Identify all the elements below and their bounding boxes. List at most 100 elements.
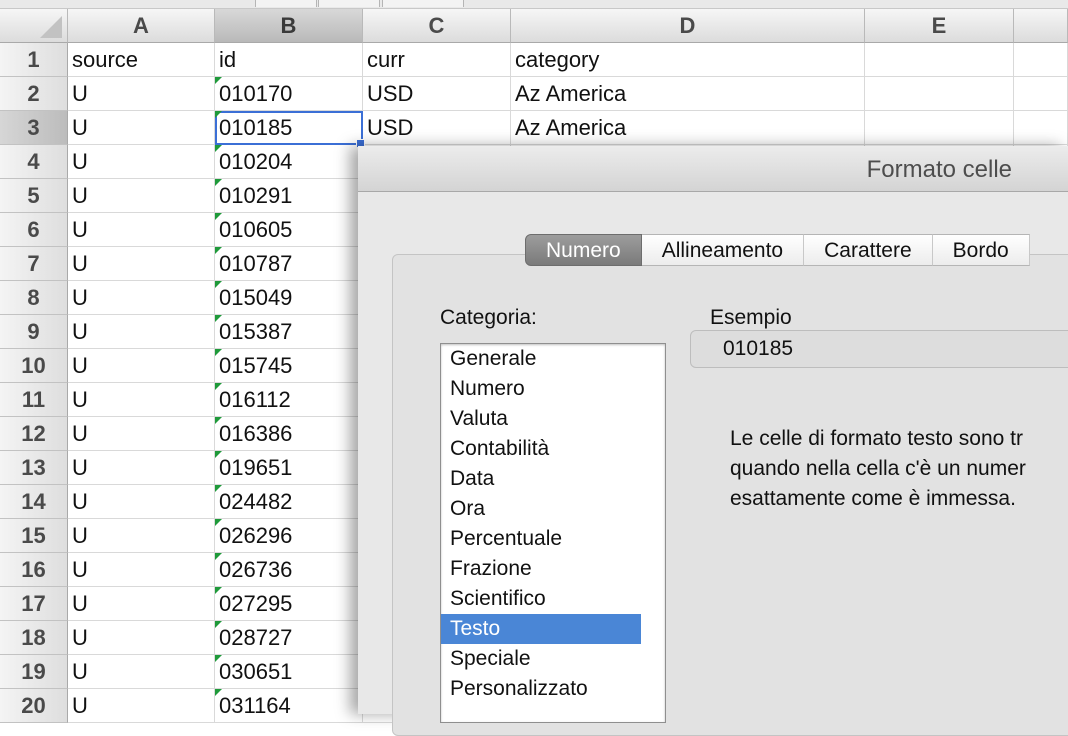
row-header[interactable]: 13 xyxy=(0,451,68,485)
cell[interactable]: 016386 xyxy=(215,417,363,451)
column-header-b[interactable]: B xyxy=(215,9,363,43)
cell[interactable]: U xyxy=(68,349,215,383)
cell[interactable]: U xyxy=(68,485,215,519)
cell[interactable]: 015049 xyxy=(215,281,363,315)
row-header[interactable]: 4 xyxy=(0,145,68,179)
row-header[interactable]: 17 xyxy=(0,587,68,621)
row-header[interactable]: 19 xyxy=(0,655,68,689)
category-item-contabilita[interactable]: Contabilità xyxy=(441,434,641,464)
cell[interactable]: USD xyxy=(363,77,511,111)
category-item-frazione[interactable]: Frazione xyxy=(441,554,641,584)
row-header[interactable]: 20 xyxy=(0,689,68,723)
row-header[interactable]: 10 xyxy=(0,349,68,383)
column-header-overflow[interactable] xyxy=(1014,9,1068,43)
cell[interactable]: U xyxy=(68,179,215,213)
active-cell[interactable]: 010185 xyxy=(215,111,363,145)
cell[interactable]: 031164 xyxy=(215,689,363,723)
cell[interactable]: 030651 xyxy=(215,655,363,689)
row-header[interactable]: 15 xyxy=(0,519,68,553)
tab-numero[interactable]: Numero xyxy=(525,234,642,266)
cell[interactable]: U xyxy=(68,587,215,621)
cell[interactable]: 010204 xyxy=(215,145,363,179)
cell[interactable] xyxy=(865,43,1014,77)
cell[interactable]: id xyxy=(215,43,363,77)
cell[interactable]: category xyxy=(511,43,865,77)
column-header-c[interactable]: C xyxy=(363,9,511,43)
cell[interactable]: 026296 xyxy=(215,519,363,553)
cell[interactable]: 010170 xyxy=(215,77,363,111)
cell[interactable]: U xyxy=(68,621,215,655)
column-header-a[interactable]: A xyxy=(68,9,215,43)
category-item-numero[interactable]: Numero xyxy=(441,374,641,404)
cell[interactable]: U xyxy=(68,281,215,315)
cell[interactable] xyxy=(1014,77,1068,111)
cell[interactable] xyxy=(1014,43,1068,77)
cell[interactable]: U xyxy=(68,655,215,689)
cell[interactable]: U xyxy=(68,77,215,111)
tab-bordo[interactable]: Bordo xyxy=(932,234,1030,266)
row-header[interactable]: 14 xyxy=(0,485,68,519)
cell[interactable] xyxy=(865,77,1014,111)
row-header[interactable]: 9 xyxy=(0,315,68,349)
cell[interactable]: U xyxy=(68,111,215,145)
category-item-percentuale[interactable]: Percentuale xyxy=(441,524,641,554)
cell[interactable]: 027295 xyxy=(215,587,363,621)
cell[interactable]: U xyxy=(68,451,215,485)
cell[interactable]: 010605 xyxy=(215,213,363,247)
cell[interactable]: 016112 xyxy=(215,383,363,417)
cell[interactable] xyxy=(865,111,1014,145)
cell[interactable]: 019651 xyxy=(215,451,363,485)
row-header[interactable]: 2 xyxy=(0,77,68,111)
toolbar-segment[interactable] xyxy=(318,0,380,7)
cell[interactable]: Az America xyxy=(511,111,865,145)
cell[interactable]: U xyxy=(68,553,215,587)
row-header[interactable]: 8 xyxy=(0,281,68,315)
row-header[interactable]: 6 xyxy=(0,213,68,247)
tab-carattere[interactable]: Carattere xyxy=(804,234,933,266)
category-label: Categoria: xyxy=(440,306,537,329)
category-list[interactable]: Generale Numero Valuta Contabilità Data … xyxy=(440,343,666,723)
category-item-scientifico[interactable]: Scientifico xyxy=(441,584,641,614)
select-all-corner[interactable] xyxy=(0,9,68,43)
cell[interactable]: 015745 xyxy=(215,349,363,383)
category-item-valuta[interactable]: Valuta xyxy=(441,404,641,434)
row-header[interactable]: 7 xyxy=(0,247,68,281)
cell[interactable]: U xyxy=(68,213,215,247)
cell[interactable]: U xyxy=(68,417,215,451)
column-header-d[interactable]: D xyxy=(511,9,865,43)
cell[interactable]: 010291 xyxy=(215,179,363,213)
cell[interactable]: Az America xyxy=(511,77,865,111)
cell[interactable]: U xyxy=(68,519,215,553)
row-header[interactable]: 11 xyxy=(0,383,68,417)
tab-allineamento[interactable]: Allineamento xyxy=(641,234,805,266)
category-item-personalizzato[interactable]: Personalizzato xyxy=(441,674,641,704)
row-header[interactable]: 3 xyxy=(0,111,68,145)
row-header[interactable]: 16 xyxy=(0,553,68,587)
row-header[interactable]: 1 xyxy=(0,43,68,77)
category-item-speciale[interactable]: Speciale xyxy=(441,644,641,674)
row-header[interactable]: 12 xyxy=(0,417,68,451)
category-item-data[interactable]: Data xyxy=(441,464,641,494)
toolbar-segment[interactable] xyxy=(382,0,464,7)
cell[interactable]: 028727 xyxy=(215,621,363,655)
cell[interactable]: 024482 xyxy=(215,485,363,519)
toolbar-segment[interactable] xyxy=(255,0,317,7)
cell[interactable] xyxy=(1014,111,1068,145)
cell[interactable]: USD xyxy=(363,111,511,145)
cell[interactable]: U xyxy=(68,383,215,417)
cell[interactable]: 010787 xyxy=(215,247,363,281)
row-header[interactable]: 18 xyxy=(0,621,68,655)
cell[interactable]: U xyxy=(68,247,215,281)
cell[interactable]: U xyxy=(68,689,215,723)
cell[interactable]: curr xyxy=(363,43,511,77)
row-header[interactable]: 5 xyxy=(0,179,68,213)
category-item-ora[interactable]: Ora xyxy=(441,494,641,524)
category-item-generale[interactable]: Generale xyxy=(441,344,641,374)
cell[interactable]: U xyxy=(68,315,215,349)
cell[interactable]: 026736 xyxy=(215,553,363,587)
cell[interactable]: source xyxy=(68,43,215,77)
column-header-e[interactable]: E xyxy=(865,9,1014,43)
cell[interactable]: 015387 xyxy=(215,315,363,349)
cell[interactable]: U xyxy=(68,145,215,179)
category-item-testo[interactable]: Testo xyxy=(441,614,641,644)
